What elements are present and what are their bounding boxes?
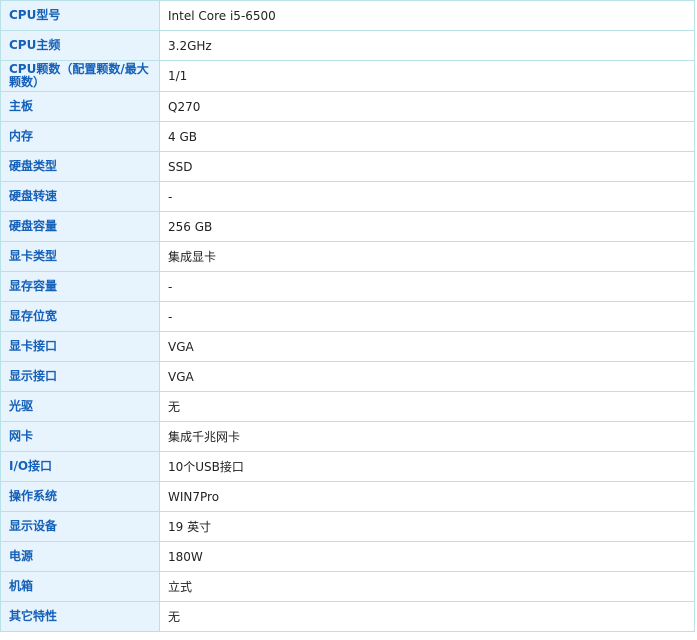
table-row: 显示设备 19 英寸 xyxy=(0,511,695,542)
spec-label: 显存容量 xyxy=(0,271,160,302)
spec-value: 180W xyxy=(159,541,695,572)
table-row: 硬盘容量 256 GB xyxy=(0,211,695,242)
spec-value: 3.2GHz xyxy=(159,30,695,61)
table-row: 显存容量 - xyxy=(0,271,695,302)
spec-value: 集成显卡 xyxy=(159,241,695,272)
table-row: 硬盘转速 - xyxy=(0,181,695,212)
table-row: CPU型号 Intel Core i5-6500 xyxy=(0,0,695,31)
spec-value: 立式 xyxy=(159,571,695,602)
spec-value: 1/1 xyxy=(159,60,695,92)
table-row: CPU颗数（配置颗数/最大颗数） 1/1 xyxy=(0,60,695,92)
table-row: 显存位宽 - xyxy=(0,301,695,332)
spec-value: 无 xyxy=(159,601,695,632)
spec-value: 256 GB xyxy=(159,211,695,242)
spec-label: 机箱 xyxy=(0,571,160,602)
spec-value: 10个USB接口 xyxy=(159,451,695,482)
table-row: 显示接口 VGA xyxy=(0,361,695,392)
spec-label: 主板 xyxy=(0,91,160,122)
spec-label: 硬盘转速 xyxy=(0,181,160,212)
spec-value: - xyxy=(159,181,695,212)
spec-value: - xyxy=(159,271,695,302)
spec-label: CPU颗数（配置颗数/最大颗数） xyxy=(0,60,160,92)
spec-label: 电源 xyxy=(0,541,160,572)
table-row: 机箱 立式 xyxy=(0,571,695,602)
spec-label: 光驱 xyxy=(0,391,160,422)
spec-label: 其它特性 xyxy=(0,601,160,632)
table-row: 其它特性 无 xyxy=(0,601,695,632)
spec-value: 19 英寸 xyxy=(159,511,695,542)
table-row: 硬盘类型 SSD xyxy=(0,151,695,182)
spec-value: - xyxy=(159,301,695,332)
spec-label: 显卡类型 xyxy=(0,241,160,272)
table-row: 显卡接口 VGA xyxy=(0,331,695,362)
table-row: 操作系统 WIN7Pro xyxy=(0,481,695,512)
table-row: 网卡 集成千兆网卡 xyxy=(0,421,695,452)
spec-value: Q270 xyxy=(159,91,695,122)
spec-label: CPU型号 xyxy=(0,0,160,31)
spec-label: 网卡 xyxy=(0,421,160,452)
spec-table: CPU型号 Intel Core i5-6500 CPU主频 3.2GHz CP… xyxy=(0,0,695,632)
spec-label: 显示设备 xyxy=(0,511,160,542)
spec-label: 操作系统 xyxy=(0,481,160,512)
spec-label: 显示接口 xyxy=(0,361,160,392)
table-row: 主板 Q270 xyxy=(0,91,695,122)
spec-value: WIN7Pro xyxy=(159,481,695,512)
spec-label: 显卡接口 xyxy=(0,331,160,362)
table-row: 内存 4 GB xyxy=(0,121,695,152)
spec-value: 4 GB xyxy=(159,121,695,152)
spec-value: VGA xyxy=(159,331,695,362)
table-row: CPU主频 3.2GHz xyxy=(0,30,695,61)
table-row: 电源 180W xyxy=(0,541,695,572)
spec-label: 硬盘容量 xyxy=(0,211,160,242)
spec-label: 显存位宽 xyxy=(0,301,160,332)
spec-value: Intel Core i5-6500 xyxy=(159,0,695,31)
spec-label: 硬盘类型 xyxy=(0,151,160,182)
spec-label: CPU主频 xyxy=(0,30,160,61)
table-row: I/O接口 10个USB接口 xyxy=(0,451,695,482)
spec-label: 内存 xyxy=(0,121,160,152)
spec-label: I/O接口 xyxy=(0,451,160,482)
spec-value: 集成千兆网卡 xyxy=(159,421,695,452)
table-row: 光驱 无 xyxy=(0,391,695,422)
spec-value: SSD xyxy=(159,151,695,182)
table-row: 显卡类型 集成显卡 xyxy=(0,241,695,272)
spec-value: 无 xyxy=(159,391,695,422)
spec-value: VGA xyxy=(159,361,695,392)
